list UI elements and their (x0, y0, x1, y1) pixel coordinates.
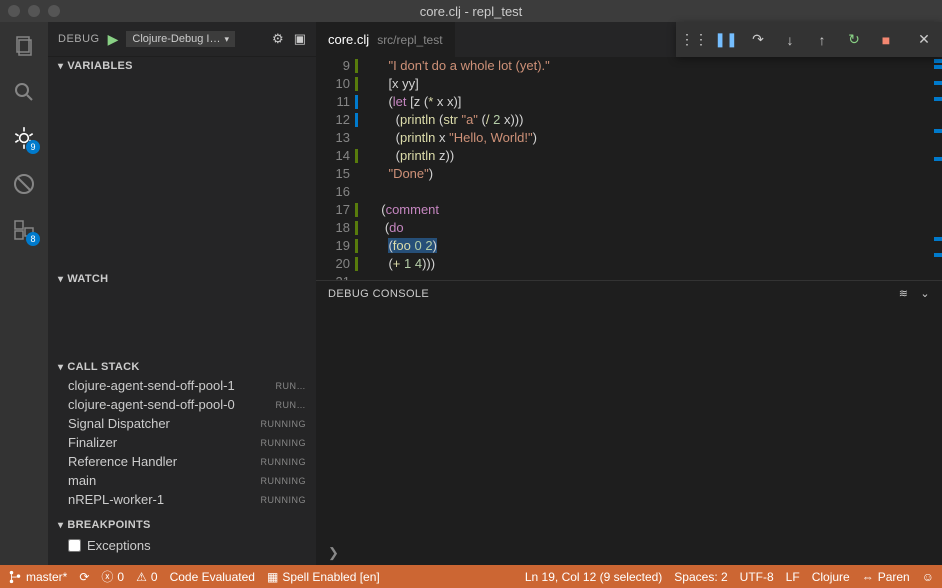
debug-start-button[interactable]: ▶ (108, 31, 119, 48)
chevron-down-icon: ▾ (58, 61, 63, 72)
debug-console-icon[interactable]: ▣ (294, 31, 306, 47)
debug-badge: 9 (26, 140, 40, 154)
sync-icon[interactable]: ⟳ (79, 570, 89, 584)
extensions-badge: 8 (26, 232, 40, 246)
breakpoints-body: Exceptions (48, 534, 316, 557)
restart-button[interactable]: ↻ (844, 30, 864, 50)
window-zoom-btn[interactable] (48, 5, 60, 17)
warning-count[interactable]: ⚠ 0 (136, 570, 157, 584)
titlebar: core.clj - repl_test (0, 0, 942, 22)
encoding-info[interactable]: UTF-8 (740, 570, 774, 584)
no-symbol-icon[interactable] (10, 170, 38, 198)
debug-icon[interactable]: 9 (10, 124, 38, 152)
status-message: Code Evaluated (170, 570, 255, 584)
indent-info[interactable]: Spaces: 2 (674, 570, 727, 584)
breakpoint-checkbox[interactable] (68, 539, 81, 552)
close-button[interactable]: ✕ (914, 30, 934, 50)
debug-label: DEBUG (58, 33, 100, 45)
console-body[interactable] (316, 306, 942, 541)
paren-mode[interactable]: ⇔ Paren (862, 570, 910, 584)
eol-info[interactable]: LF (786, 570, 800, 584)
callstack-header[interactable]: ▾ CALL STACK (48, 358, 316, 376)
stop-button[interactable]: ■ (876, 30, 896, 50)
overview-ruler[interactable] (928, 57, 942, 280)
activity-bar: 9 8 (0, 22, 48, 565)
window-title: core.clj - repl_test (420, 4, 523, 19)
clear-console-icon[interactable]: ≋ (899, 287, 909, 300)
error-count[interactable]: ⓧ 0 (101, 568, 124, 585)
step-into-button[interactable]: ↓ (780, 30, 800, 50)
explorer-icon[interactable] (10, 32, 38, 60)
chevron-down-icon: ▾ (58, 274, 63, 285)
variables-header[interactable]: ▾ VARIABLES (48, 57, 316, 75)
breakpoints-header[interactable]: ▾ BREAKPOINTS (48, 516, 316, 534)
cursor-position[interactable]: Ln 19, Col 12 (9 selected) (525, 570, 662, 584)
drag-handle-icon[interactable]: ⋮⋮ (684, 30, 704, 50)
debug-toolbar: ⋮⋮ ❚❚ ↷ ↓ ↑ ↻ ■ ✕ (676, 22, 942, 57)
extensions-icon[interactable]: 8 (10, 216, 38, 244)
stack-item[interactable]: mainRUNNING (48, 471, 316, 490)
console-title: DEBUG CONSOLE (328, 288, 429, 300)
step-over-button[interactable]: ↷ (748, 30, 768, 50)
stack-item[interactable]: clojure-agent-send-off-pool-0RUN… (48, 395, 316, 414)
debug-config-selector[interactable]: Clojure-Debug I…▾ (126, 31, 235, 47)
breakpoint-item[interactable]: Exceptions (68, 536, 306, 555)
callstack-body: clojure-agent-send-off-pool-1RUN…clojure… (48, 376, 316, 516)
window-close-btn[interactable] (8, 5, 20, 17)
stack-item[interactable]: Reference HandlerRUNNING (48, 452, 316, 471)
variables-body (48, 75, 316, 270)
window-minimize-btn[interactable] (28, 5, 40, 17)
step-out-button[interactable]: ↑ (812, 30, 832, 50)
debug-sidebar: DEBUG ▶ Clojure-Debug I…▾ ⚙ ▣ ▾ VARIABLE… (48, 22, 316, 565)
gear-icon[interactable]: ⚙ (272, 31, 284, 47)
git-branch[interactable]: master* (8, 570, 67, 584)
stack-item[interactable]: Signal DispatcherRUNNING (48, 414, 316, 433)
debug-console-panel: DEBUG CONSOLE ≋ ⌄ ❯ (316, 280, 942, 565)
chevron-down-icon: ▾ (58, 520, 63, 531)
editor-tab[interactable]: core.clj src/repl_test (316, 22, 455, 57)
status-bar: master* ⟳ ⓧ 0 ⚠ 0 Code Evaluated ▦ Spell… (0, 565, 942, 588)
watch-body (48, 288, 316, 358)
pause-button[interactable]: ❚❚ (716, 30, 736, 50)
language-mode[interactable]: Clojure (812, 570, 850, 584)
debug-header: DEBUG ▶ Clojure-Debug I…▾ ⚙ ▣ (48, 22, 316, 57)
chevron-down-icon: ▾ (58, 362, 63, 373)
editor-area: ⋮⋮ ❚❚ ↷ ↓ ↑ ↻ ■ ✕ core.clj src/repl_test… (316, 22, 942, 565)
stack-item[interactable]: FinalizerRUNNING (48, 433, 316, 452)
spell-status[interactable]: ▦ Spell Enabled [en] (267, 570, 380, 584)
stack-item[interactable]: clojure-agent-send-off-pool-1RUN… (48, 376, 316, 395)
watch-header[interactable]: ▾ WATCH (48, 270, 316, 288)
code-editor[interactable]: 9101112131415161718192021 "I don't do a … (316, 57, 942, 280)
console-input[interactable]: ❯ (316, 541, 942, 565)
feedback-icon[interactable]: ☺ (922, 570, 934, 584)
chevron-down-icon[interactable]: ⌄ (920, 287, 930, 300)
search-icon[interactable] (10, 78, 38, 106)
stack-item[interactable]: nREPL-worker-1RUNNING (48, 490, 316, 509)
